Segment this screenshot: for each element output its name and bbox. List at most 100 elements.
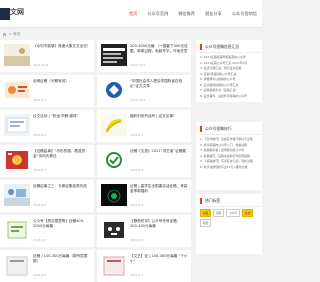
article-title[interactable]: 征稿 | 高学生全国重设活征稿，来赢金享新福利	[130, 184, 188, 194]
article-date: 2021/1/1	[33, 273, 47, 277]
article-row: 全网征稿（长期有效） 2021/1/1 “中国社会学人把后学国际省在线论”征文文…	[0, 75, 192, 107]
article-card[interactable]: 【文艺】征 | 100-300元每篇 “个小小” 2021/1/1	[97, 250, 191, 282]
article-thumbnail[interactable]	[101, 149, 127, 171]
panel-list: 1. 【写作技巧】这些写作技巧学好不出现 2. 新手投稿的公众号入门，收看过程 …	[200, 137, 260, 170]
article-title[interactable]: “中国社会学人把后学国际省在线论”征文文章	[130, 79, 188, 89]
panel-accent-bar	[200, 43, 202, 50]
article-date: 2021/1/1	[33, 238, 47, 242]
panel-header: 公众号投稿技巧	[200, 125, 232, 132]
page: 文网 首页 公众号范例 微信推荐 朋友分享 公众号营销信 > 首页 《水村不能够…	[0, 0, 262, 282]
article-date: 2021/10/1	[33, 63, 49, 67]
article-card[interactable]: 征稿《文旅》2021“寻艺者”征稿展 2021/1/1	[97, 145, 191, 177]
logo-mark[interactable]	[0, 8, 10, 20]
tag[interactable]: 公众号	[226, 209, 241, 217]
article-title[interactable]: 公众号【再见雪里等】征稿400-2000元每篇	[33, 219, 91, 229]
breadcrumb-label: > 首页	[9, 32, 21, 36]
home-icon[interactable]	[2, 32, 7, 37]
article-card[interactable]: 征文活动 | “校运·华鲸·媒体” 2021/1/1	[0, 110, 94, 142]
article-title[interactable]: 200-3000元编 （一整套下300元佳酷，简单过程，免赫写字，可免任意	[130, 44, 188, 54]
article-card[interactable]: 征稿启事之三：长期征集各类作品 2021/1/1	[0, 180, 94, 212]
article-card[interactable]: 《水村不能够》首度大集文五全志！ 2021/10/1	[0, 40, 94, 72]
panel-title: 公众号投稿信息汇总	[205, 43, 240, 49]
article-title[interactable]: 《水村不能够》首度大集文五全志！	[33, 44, 91, 49]
article-card[interactable]: 征稿 | 100-300元每篇（原号层限额） 2021/1/1	[0, 250, 94, 282]
article-date: 2021/1/1	[33, 203, 47, 207]
article-date: 2021/1/1	[130, 238, 144, 242]
article-card[interactable]: 【征稿启事】“尽形的猫，看县的金”诗词大赛征 2021/1/1	[0, 145, 94, 177]
article-title[interactable]: 征稿《文旅》2021“寻艺者”征稿展	[130, 149, 188, 154]
article-card[interactable]: 全网征稿（长期有效） 2021/1/1	[0, 75, 94, 107]
article-row: 征稿 | 100-300元每篇（原号层限额） 2021/1/1 【文艺】征 | …	[0, 250, 192, 282]
article-thumbnail[interactable]	[4, 219, 30, 241]
tag[interactable]: 投稿	[213, 209, 225, 217]
main-nav: 首页 公众号范例 微信推荐 朋友分享 公众号营销信	[124, 0, 262, 27]
panel-submission-info: 公众号投稿信息汇总 1. 2021征稿集事导投稿有的公众号 2. 2021征稿公…	[196, 40, 262, 102]
panel-divider	[200, 206, 260, 207]
tag[interactable]: 征稿	[200, 209, 212, 217]
article-card[interactable]: 福利利系列活号 | 征文见事！ 2021/1/1	[97, 110, 191, 142]
article-thumbnail[interactable]	[4, 184, 30, 206]
article-date: 2021/1/1	[130, 168, 144, 172]
article-thumbnail[interactable]	[4, 254, 30, 276]
article-title[interactable]: 征稿 | 100-300元每篇（原号层限额）	[33, 254, 91, 264]
article-title[interactable]: 征文活动 | “校运·华鲸·媒体”	[33, 114, 91, 119]
article-card[interactable]: 【静渐时评】公众号作号征稿，200-300元每篇 2021/1/1	[97, 215, 191, 247]
breadcrumb: > 首页	[0, 31, 260, 38]
article-thumbnail[interactable]	[4, 44, 30, 66]
article-date: 2021/1/1	[33, 168, 47, 172]
article-thumbnail[interactable]	[101, 114, 127, 136]
tag[interactable]: 征文	[242, 209, 254, 217]
sidebar-link[interactable]: 6. 新手也能轻松写出10万+爆款文章	[200, 165, 260, 171]
site-header: 文网 首页 公众号范例 微信推荐 朋友分享 公众号营销信	[0, 0, 262, 28]
article-title[interactable]: 【文艺】征 | 100-300元每篇 “个小小”	[130, 254, 188, 264]
article-row: 公众号【再见雪里等】征稿400-2000元每篇 2021/1/1 【静渐时评】公…	[0, 215, 192, 247]
article-title[interactable]: 福利利系列活号 | 征文见事！	[130, 114, 188, 119]
article-thumbnail[interactable]	[101, 79, 127, 101]
sidebar-link[interactable]: 5. 【投稿技巧】写手有这几招，轻松过稿	[200, 159, 260, 165]
nav-item-examples[interactable]: 公众号范例	[142, 0, 173, 27]
article-date: 2021/1/1	[33, 133, 47, 137]
sidebar-link[interactable]: 8. 征文事件，适合新手投稿的公众号	[200, 94, 260, 100]
article-card[interactable]: 公众号【再见雪里等】征稿400-2000元每篇 2021/1/1	[0, 215, 94, 247]
article-thumbnail[interactable]	[4, 114, 30, 136]
article-title[interactable]: 全网征稿（长期有效）	[33, 79, 91, 84]
article-row: 征稿启事之三：长期征集各类作品 2021/1/1 征稿 | 高学生全国重设活征稿…	[0, 180, 192, 212]
panel-title: 公众号投稿技巧	[205, 125, 232, 131]
article-list: 《水村不能够》首度大集文五全志！ 2021/10/1 200-3000元编 （一…	[0, 40, 192, 282]
article-row: 《水村不能够》首度大集文五全志！ 2021/10/1 200-3000元编 （一…	[0, 40, 192, 72]
nav-item-wechat-recommend[interactable]: 微信推荐	[173, 0, 200, 27]
nav-item-friend-share[interactable]: 朋友分享	[200, 0, 227, 27]
article-thumbnail[interactable]	[4, 149, 30, 171]
site-logo-text[interactable]: 文网	[10, 7, 24, 17]
article-date: 2021/1/1	[130, 133, 144, 137]
article-thumbnail[interactable]	[101, 219, 127, 241]
article-card[interactable]: “中国社会学人把后学国际省在线论”征文文章 2021/12/1	[97, 75, 191, 107]
tag-cloud: 征稿 投稿 公众号 征文 稿费	[200, 209, 260, 227]
article-thumbnail[interactable]	[101, 44, 127, 66]
article-row: 征文活动 | “校运·华鲸·媒体” 2021/1/1 福利利系列活号 | 征文见…	[0, 110, 192, 142]
article-title[interactable]: 【征稿启事】“尽形的猫，看县的金”诗词大赛征	[33, 149, 91, 159]
panel-title: 热门标签	[205, 197, 221, 203]
article-card[interactable]: 征稿 | 高学生全国重设活征稿，来赢金享新福利 2021/1/1	[97, 180, 191, 212]
panel-submission-tips: 公众号投稿技巧 1. 【写作技巧】这些写作技巧学好不出现 2. 新手投稿的公众号…	[196, 122, 262, 190]
sidebar: 公众号投稿信息汇总 1. 2021征稿集事导投稿有的公众号 2. 2021征稿公…	[196, 40, 262, 265]
panel-divider	[200, 52, 260, 53]
panel-list: 1. 2021征稿集事导投稿有的公众号 2. 2021征稿公众号汇总 2021年…	[200, 55, 260, 99]
article-title[interactable]: 【静渐时评】公众号作号征稿，200-300元每篇	[130, 219, 188, 229]
sidebar-link[interactable]: 1. 【写作技巧】这些写作技巧学好不出现	[200, 137, 260, 143]
article-date: 2021/12/1	[130, 98, 146, 102]
article-date: 2021/1/1	[33, 98, 47, 102]
panel-divider	[200, 134, 260, 135]
panel-hot-tags: 热门标签 征稿 投稿 公众号 征文 稿费	[196, 194, 262, 254]
article-thumbnail[interactable]	[4, 79, 30, 101]
nav-item-home[interactable]: 首页	[124, 0, 142, 27]
article-date: 2021/1/1	[130, 203, 144, 207]
article-card[interactable]: 200-3000元编 （一整套下300元佳酷，简单过程，免赫写字，可免任意 20…	[97, 40, 191, 72]
article-title[interactable]: 征稿启事之三：长期征集各类作品	[33, 184, 91, 189]
article-thumbnail[interactable]	[101, 254, 127, 276]
article-thumbnail[interactable]	[101, 184, 127, 206]
panel-header: 热门标签	[200, 197, 220, 204]
article-date: 2021/12/1	[130, 63, 146, 67]
nav-item-marketing[interactable]: 公众号营销信	[227, 0, 262, 27]
tag[interactable]: 稿费	[200, 219, 212, 227]
